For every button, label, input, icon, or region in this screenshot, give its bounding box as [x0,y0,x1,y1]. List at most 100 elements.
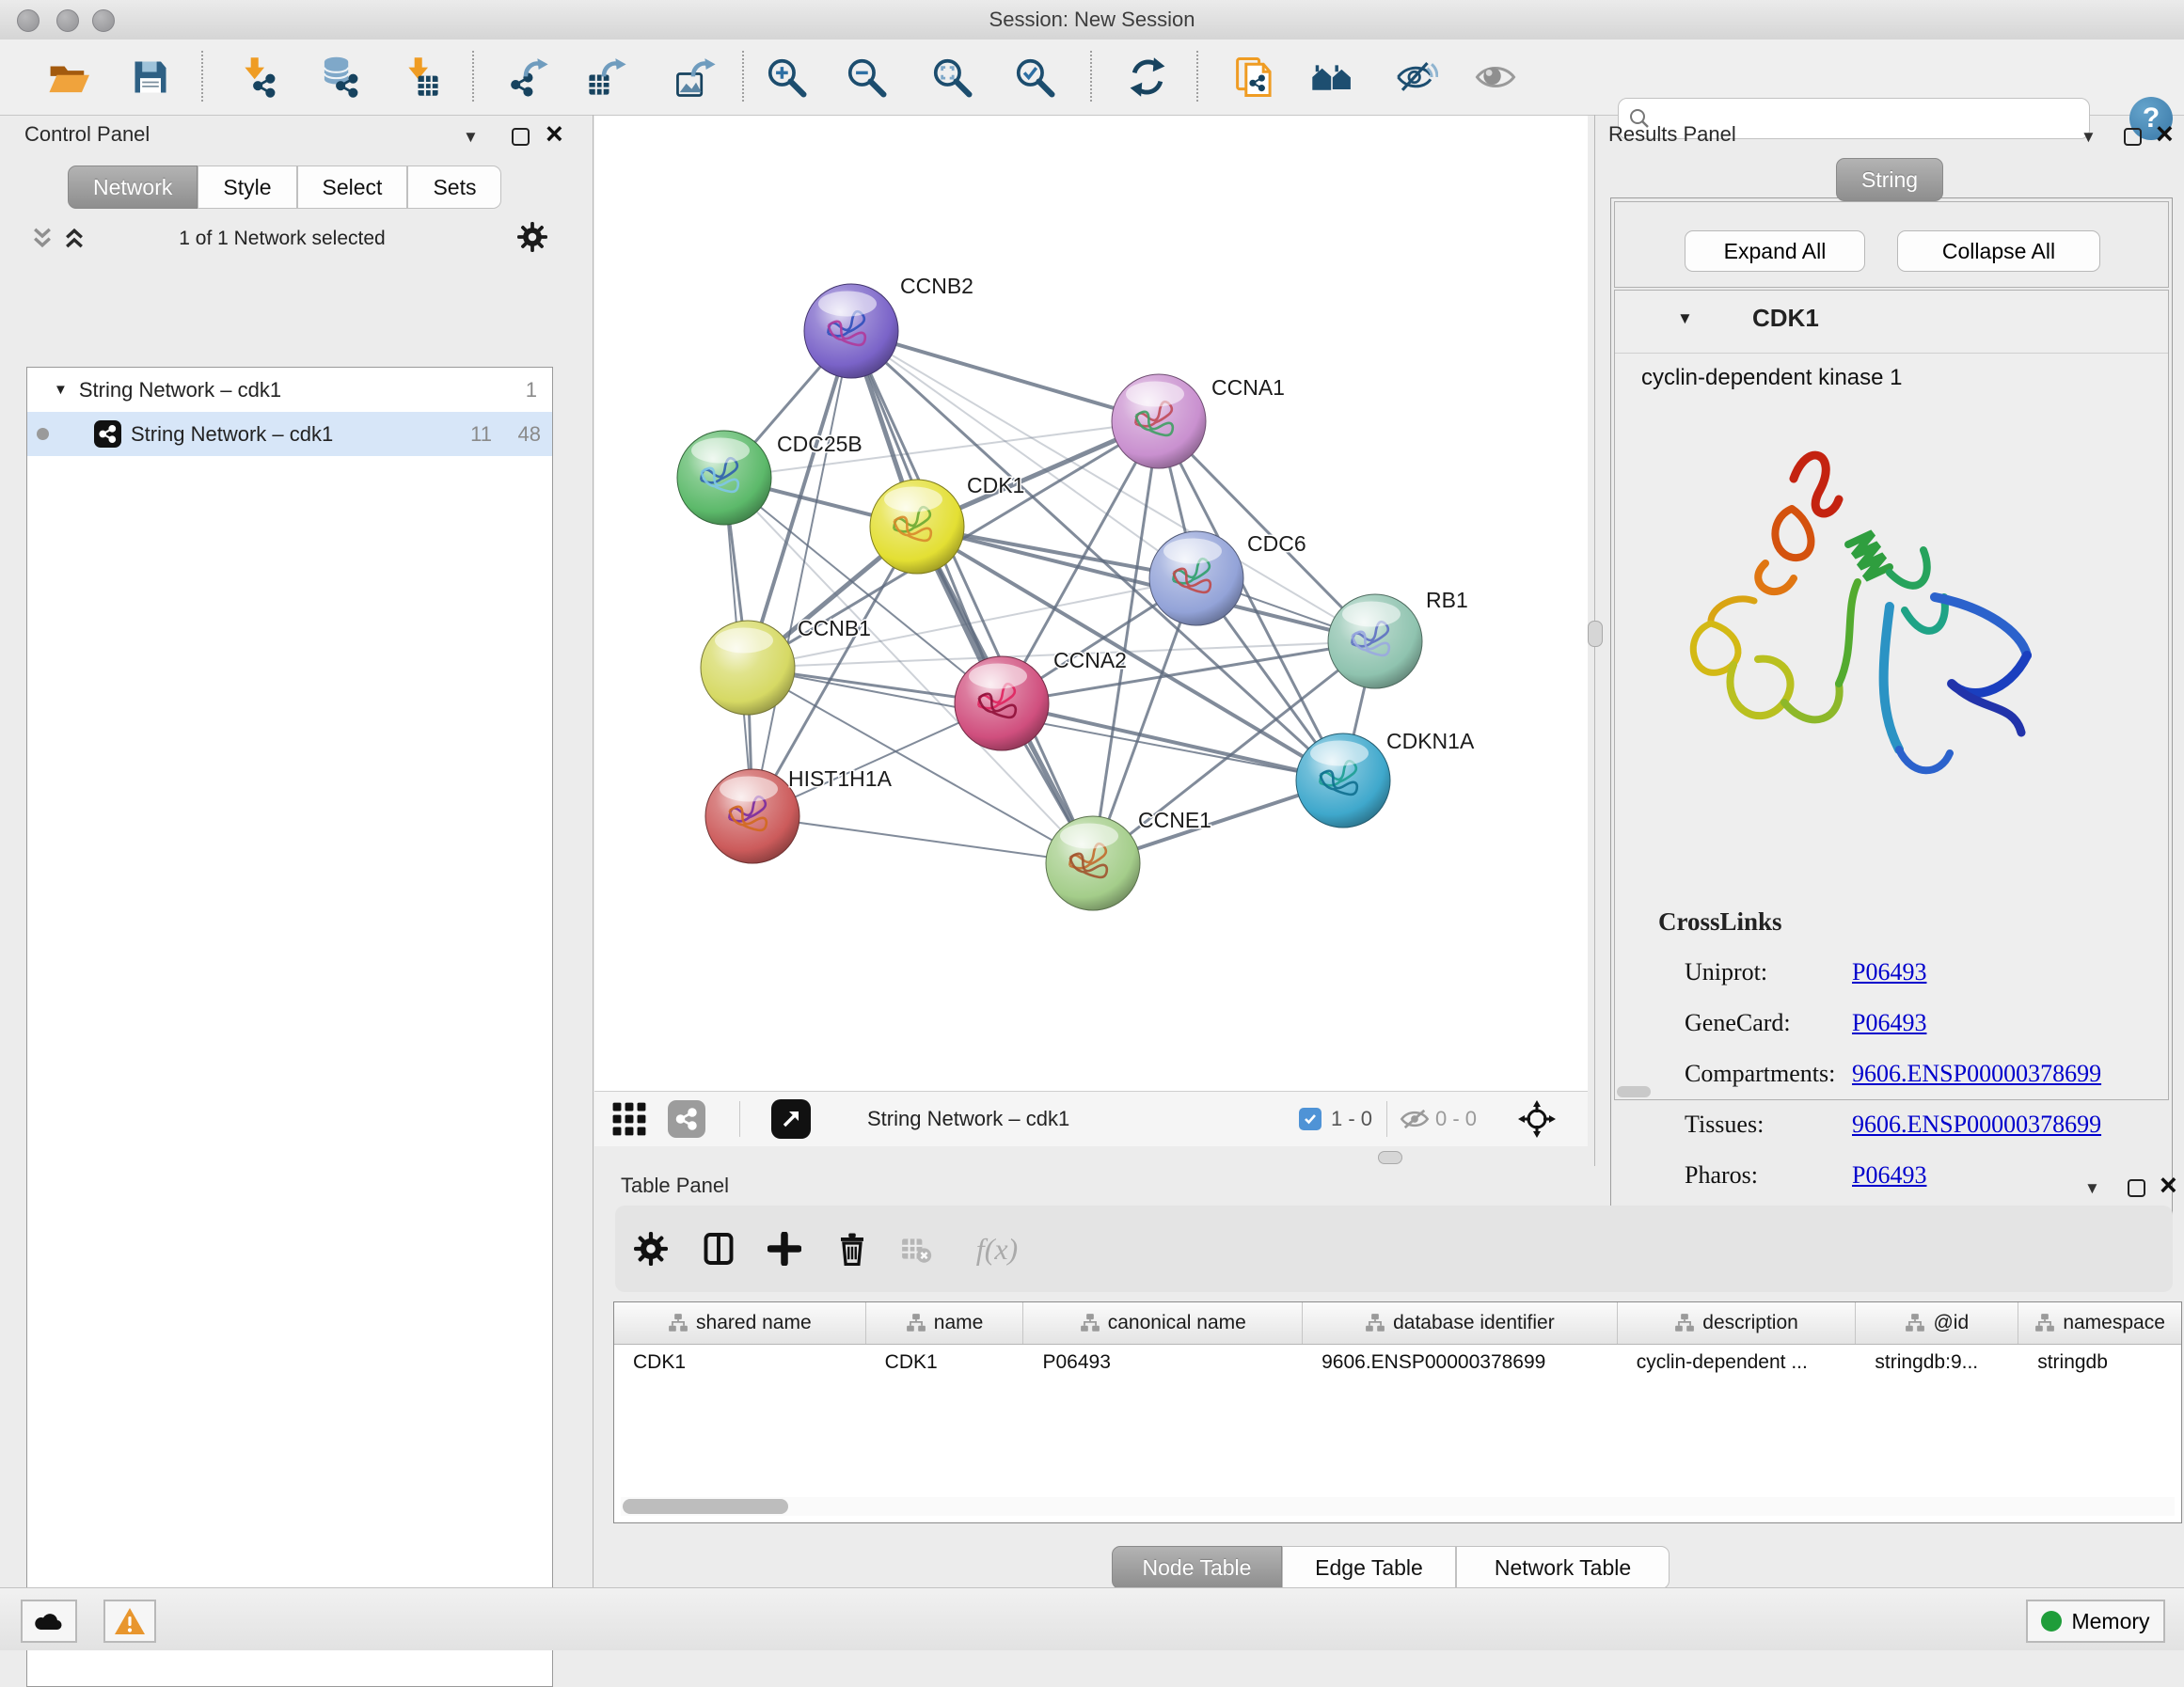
show-columns-icon[interactable] [696,1226,741,1271]
add-column-icon[interactable] [762,1226,807,1271]
results-panel-float-icon[interactable]: ▼ [2081,128,2097,147]
column-header[interactable]: @id [1856,1302,2018,1344]
horizontal-splitter-handle[interactable] [1378,1151,1402,1164]
birds-eye-view-icon[interactable] [771,1092,811,1146]
table-panel-close-icon[interactable]: × [2160,1175,2177,1194]
delete-column-trash-icon[interactable] [830,1226,875,1271]
tab-edge-table[interactable]: Edge Table [1282,1546,1456,1589]
network-options-gear-icon[interactable] [517,222,547,252]
network-edge-CCNA1-CCNE1[interactable] [1093,421,1159,863]
network-node-CCNB1[interactable] [701,621,795,715]
tab-string-results[interactable]: String [1836,158,1943,201]
control-panel-close-icon[interactable]: × [546,124,563,143]
cloud-service-icon[interactable] [21,1600,77,1643]
column-header[interactable]: database identifier [1303,1302,1618,1344]
network-node-CCNA1[interactable] [1112,374,1206,468]
export-image-icon[interactable] [671,47,721,107]
open-file-icon[interactable] [42,47,93,107]
tab-sets[interactable]: Sets [407,166,501,209]
table-row[interactable]: CDK1 CDK1 P06493 9606.ENSP00000378699 cy… [614,1345,2181,1380]
cell-description: cyclin-dependent ... [1618,1345,1857,1380]
collapse-all-button[interactable]: Collapse All [1897,230,2100,272]
node-label-CDC25B: CDC25B [777,432,863,456]
network-view-toolbar: String Network – cdk1 1 - 0 0 - 0 [594,1091,1588,1146]
network-edge-CCNB2-CCNA1[interactable] [851,331,1159,421]
network-view-share-icon[interactable] [668,1092,705,1146]
network-node-CCNE1[interactable] [1046,816,1140,910]
expand-all-networks-icon[interactable] [62,226,87,250]
grid-view-icon[interactable] [611,1092,647,1146]
fit-selected-crosshair-icon[interactable] [1516,1092,1558,1146]
column-header[interactable]: name [866,1302,1024,1344]
function-builder-icon[interactable]: f(x) [959,1226,1035,1271]
network-node-CDC6[interactable] [1149,531,1243,625]
tab-node-table[interactable]: Node Table [1112,1546,1282,1589]
hide-selected-icon[interactable] [1391,47,1442,107]
table-panel-float-icon[interactable]: ▼ [2084,1179,2100,1198]
network-list: ▼ String Network – cdk1 1 String Network… [26,367,553,1687]
network-node-CCNA2[interactable] [955,656,1049,750]
crosslink-link[interactable]: 9606.ENSP00000378699 [1852,1111,2101,1139]
import-network-database-icon[interactable] [314,47,365,107]
control-panel-maximize-icon[interactable] [512,128,530,146]
network-edge-CCNB2-HIST1H1A[interactable] [752,331,851,816]
network-node-HIST1H1A[interactable] [705,769,799,863]
network-node-CDK1[interactable] [870,480,964,574]
table-hscrollbar-thumb[interactable] [623,1499,788,1514]
column-type-icon [906,1313,926,1333]
crosslink-label: Tissues: [1685,1111,1764,1138]
network-collection-row[interactable]: ▼ String Network – cdk1 1 [27,368,552,412]
network-edge-CCNB1-CDKN1A[interactable] [748,668,1343,780]
results-panel-maximize-icon[interactable] [2124,128,2142,146]
collapse-all-networks-icon[interactable] [30,226,55,250]
network-canvas[interactable]: CCNB2CCNA1CDC25BCDK1CDC6RB1CCNB1CCNA2CDK… [594,116,1588,1091]
memory-button[interactable]: Memory [2026,1600,2165,1643]
tab-select[interactable]: Select [297,166,408,209]
results-panel-close-icon[interactable]: × [2156,124,2174,143]
network-node-CDC25B[interactable] [677,431,771,525]
warning-icon[interactable] [103,1600,156,1643]
network-edge-CCNA2-CDKN1A[interactable] [1002,703,1343,780]
tab-network-table[interactable]: Network Table [1456,1546,1670,1589]
protein-disclosure-icon[interactable]: ▼ [1677,309,1693,328]
crosslink-link[interactable]: P06493 [1852,1009,1926,1037]
selected-checkbox-icon[interactable] [1299,1092,1321,1146]
table-panel-title: Table Panel [621,1174,729,1198]
table-panel-maximize-icon[interactable] [2128,1179,2145,1197]
table-hscrollbar[interactable] [621,1497,2175,1516]
zoom-out-icon[interactable] [841,47,892,107]
tab-network[interactable]: Network [68,166,198,209]
cell-canonical-name: P06493 [1023,1345,1303,1380]
zoom-selected-icon[interactable] [1009,47,1060,107]
network-node-CCNB2[interactable] [804,284,898,378]
export-table-icon[interactable] [581,47,632,107]
tab-style[interactable]: Style [198,166,296,209]
column-header[interactable]: shared name [614,1302,866,1344]
column-header[interactable]: canonical name [1023,1302,1303,1344]
save-session-icon[interactable] [125,47,176,107]
crosslink-link[interactable]: P06493 [1852,958,1926,986]
expand-all-button[interactable]: Expand All [1685,230,1865,272]
delete-table-icon[interactable] [894,1226,939,1271]
network-edge-HIST1H1A-CCNE1[interactable] [752,816,1093,863]
results-scrollbar-thumb[interactable] [1617,1086,1651,1097]
table-options-gear-icon[interactable] [628,1226,673,1271]
zoom-fit-icon[interactable] [926,47,977,107]
zoom-in-icon[interactable] [761,47,812,107]
tree-expander-icon[interactable]: ▼ [54,382,68,398]
show-all-icon[interactable] [1470,47,1521,107]
crosslink-link[interactable]: 9606.ENSP00000378699 [1852,1060,2101,1088]
import-network-file-icon[interactable] [231,47,282,107]
export-network-icon[interactable] [503,47,554,107]
column-header[interactable]: description [1618,1302,1857,1344]
column-header[interactable]: namespace [2018,1302,2181,1344]
network-node-RB1[interactable] [1328,594,1422,688]
clone-network-icon[interactable] [1229,47,1280,107]
first-neighbors-icon[interactable] [1306,47,1357,107]
hidden-eye-icon[interactable] [1400,1092,1430,1146]
network-row[interactable]: String Network – cdk1 11 48 [27,412,552,456]
network-node-CDKN1A[interactable] [1296,733,1390,828]
import-table-icon[interactable] [395,47,446,107]
control-panel-float-icon[interactable]: ▼ [463,128,479,147]
refresh-icon[interactable] [1122,47,1173,107]
